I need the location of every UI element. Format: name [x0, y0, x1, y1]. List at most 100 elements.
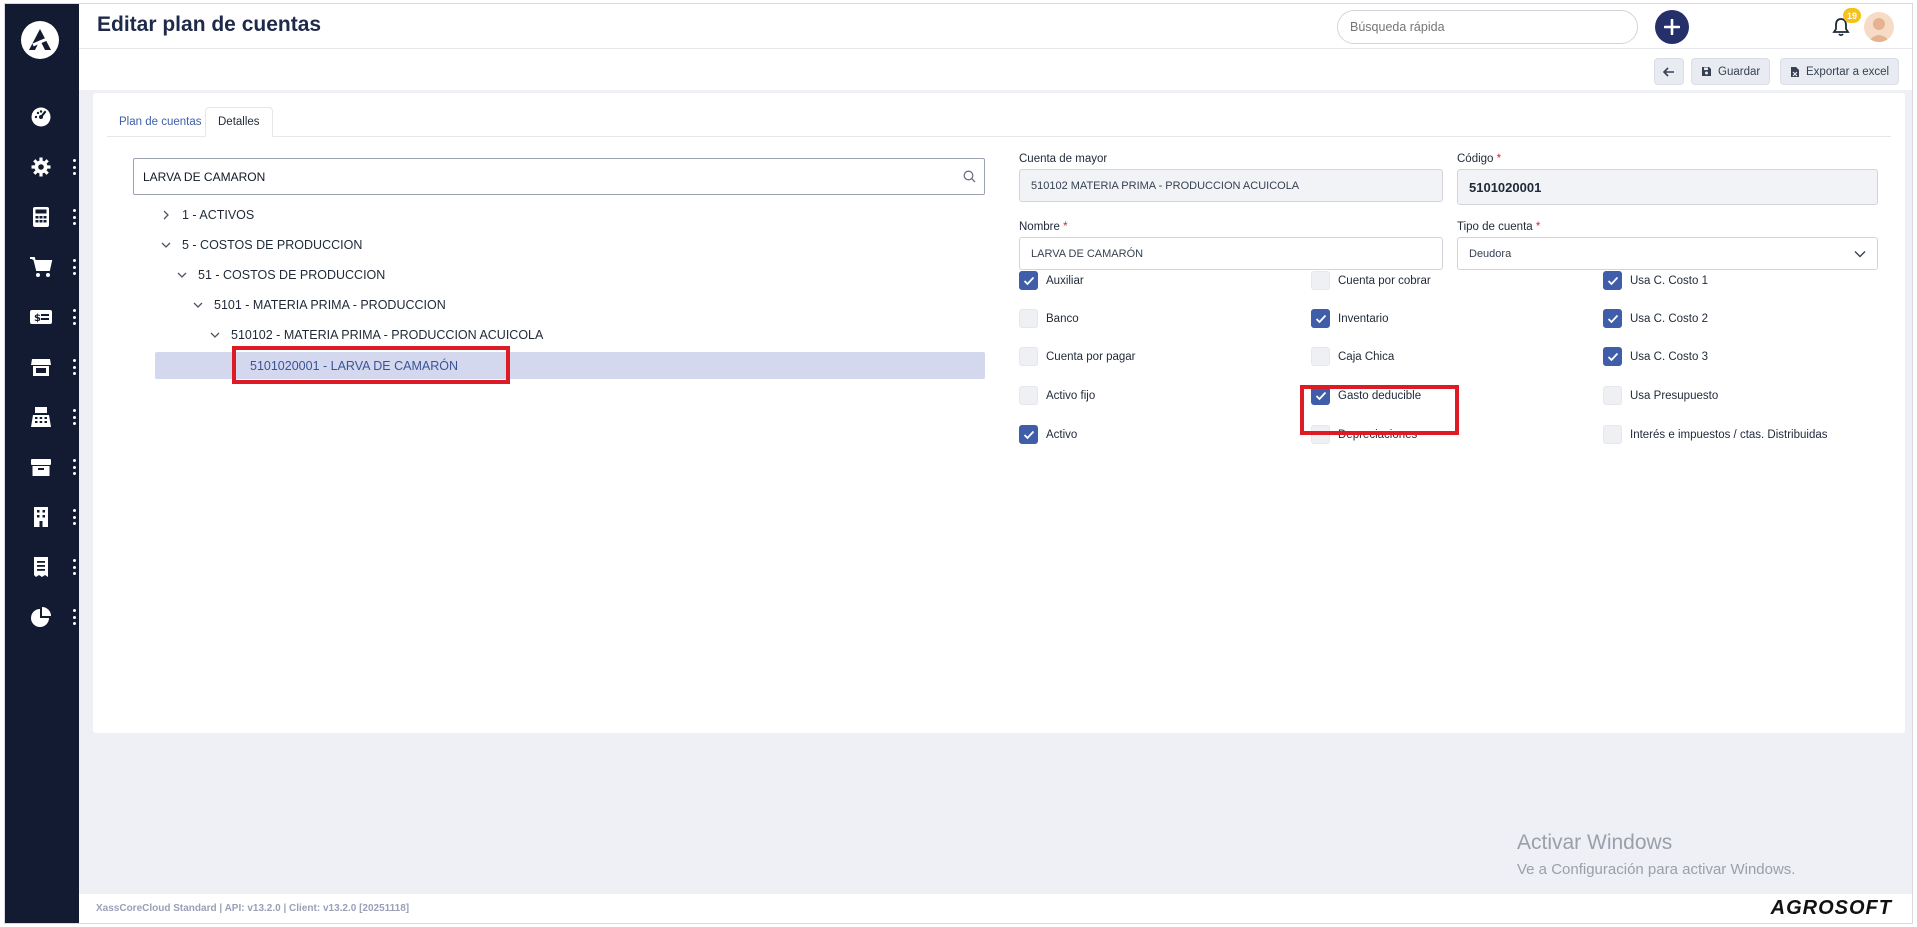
- export-excel-button[interactable]: Exportar a excel: [1780, 58, 1900, 85]
- option-checkbox[interactable]: Auxiliar: [1019, 271, 1084, 290]
- option-checkbox[interactable]: Usa C. Costo 2: [1603, 309, 1708, 328]
- tipo-cuenta-select[interactable]: Deudora: [1457, 237, 1878, 270]
- option-checkbox[interactable]: Interés e impuestos / ctas. Distribuidas: [1603, 425, 1828, 444]
- tab-plan-de-cuentas[interactable]: Plan de cuentas: [107, 107, 213, 137]
- required-mark: *: [1535, 221, 1541, 233]
- tab-detalles[interactable]: Detalles: [205, 107, 273, 137]
- quick-search-input[interactable]: [1337, 10, 1638, 44]
- option-checkbox[interactable]: Activo fijo: [1019, 386, 1095, 405]
- option-checkbox[interactable]: Caja Chica: [1311, 347, 1394, 366]
- checkbox-label: Cuenta por pagar: [1046, 350, 1136, 363]
- option-checkbox[interactable]: Usa C. Costo 1: [1603, 271, 1708, 290]
- sidebar-item-inventory[interactable]: [5, 447, 79, 487]
- tree-node[interactable]: 5101 - MATERIA PRIMA - PRODUCCION: [191, 293, 446, 317]
- sidebar-more-icon[interactable]: [72, 409, 76, 425]
- checkbox-checked-icon[interactable]: [1019, 425, 1038, 444]
- highlight-box: [1300, 385, 1459, 435]
- save-button[interactable]: Guardar: [1691, 58, 1771, 85]
- tree-node-label: 5 - COSTOS DE PRODUCCION: [182, 238, 363, 252]
- checkbox-unchecked-icon[interactable]: [1603, 386, 1622, 405]
- nombre-field[interactable]: LARVA DE CAMARÓN: [1019, 237, 1443, 270]
- tree-search-input[interactable]: [143, 169, 943, 184]
- option-checkbox[interactable]: Cuenta por cobrar: [1311, 271, 1431, 290]
- nombre-label: Nombre *: [1019, 221, 1068, 233]
- checkbox-checked-icon[interactable]: [1311, 309, 1330, 328]
- chevron-down-icon[interactable]: [191, 298, 205, 312]
- tree-node[interactable]: 51 - COSTOS DE PRODUCCION: [175, 263, 385, 287]
- checkbox-label: Usa C. Costo 1: [1630, 274, 1708, 287]
- sidebar-item-documents[interactable]: [5, 547, 79, 587]
- codigo-label-text: Código: [1457, 153, 1494, 165]
- chevron-down-icon[interactable]: [159, 238, 173, 252]
- tree-node-label: 51 - COSTOS DE PRODUCCION: [198, 268, 386, 282]
- receipt-icon: [29, 555, 53, 579]
- money-icon: $: [29, 305, 53, 329]
- sidebar-more-icon[interactable]: [72, 459, 76, 475]
- search-icon[interactable]: [963, 170, 976, 188]
- checkbox-checked-icon[interactable]: [1603, 309, 1622, 328]
- avatar[interactable]: [1864, 12, 1894, 42]
- checkbox-unchecked-icon[interactable]: [1311, 347, 1330, 366]
- gear-icon: [29, 155, 53, 179]
- windows-activation-watermark: Activar Windows Ve a Configuración para …: [1517, 831, 1795, 878]
- codigo-field[interactable]: 5101020001: [1457, 169, 1878, 205]
- app-logo[interactable]: [21, 21, 59, 59]
- option-checkbox[interactable]: Inventario: [1311, 309, 1389, 328]
- sidebar-item-store[interactable]: [5, 347, 79, 387]
- checkbox-unchecked-icon[interactable]: [1019, 309, 1038, 328]
- checkbox-unchecked-icon[interactable]: [1019, 386, 1038, 405]
- option-checkbox[interactable]: Activo: [1019, 425, 1077, 444]
- required-mark: *: [1063, 221, 1068, 233]
- checkbox-label: Usa C. Costo 3: [1630, 350, 1708, 363]
- option-checkbox[interactable]: Usa C. Costo 3: [1603, 347, 1708, 366]
- chevron-right-icon[interactable]: [159, 208, 173, 222]
- checkbox-unchecked-icon[interactable]: [1019, 347, 1038, 366]
- tab-bar: Plan de cuentas Detalles: [107, 107, 1891, 137]
- add-button[interactable]: [1655, 10, 1689, 44]
- cash-register-icon: [29, 405, 53, 429]
- back-button[interactable]: [1654, 58, 1684, 85]
- save-icon: [1702, 67, 1711, 76]
- sidebar-item-pos[interactable]: [5, 397, 79, 437]
- tree-node[interactable]: 510102 - MATERIA PRIMA - PRODUCCION ACUI…: [208, 323, 543, 347]
- nombre-label-text: Nombre: [1019, 221, 1060, 233]
- sidebar-item-settings[interactable]: [5, 147, 79, 187]
- option-checkbox[interactable]: Banco: [1019, 309, 1079, 328]
- chevron-down-icon: [1854, 250, 1866, 257]
- checkbox-label: Inventario: [1338, 312, 1389, 325]
- arrow-left-icon: [1663, 66, 1674, 77]
- sidebar-item-reports[interactable]: [5, 597, 79, 637]
- checkbox-label: Banco: [1046, 312, 1079, 325]
- sidebar-more-icon[interactable]: [72, 559, 76, 575]
- sidebar-more-icon[interactable]: [72, 159, 76, 175]
- sidebar-item-accounting[interactable]: [5, 197, 79, 237]
- checkbox-unchecked-icon[interactable]: [1311, 271, 1330, 290]
- option-checkbox[interactable]: Cuenta por pagar: [1019, 347, 1136, 366]
- sidebar-more-icon[interactable]: [72, 359, 76, 375]
- sidebar-more-icon[interactable]: [72, 259, 76, 275]
- sidebar-item-purchases[interactable]: [5, 247, 79, 287]
- sidebar-item-sales[interactable]: $: [5, 297, 79, 337]
- sidebar-more-icon[interactable]: [72, 509, 76, 525]
- sidebar-more-icon[interactable]: [72, 309, 76, 325]
- version-text: XassCoreCloud Standard | API: v13.2.0 | …: [96, 903, 410, 914]
- sidebar-more-icon[interactable]: [72, 609, 76, 625]
- sidebar-item-company[interactable]: [5, 497, 79, 537]
- cart-icon: [29, 255, 53, 279]
- checkbox-checked-icon[interactable]: [1019, 271, 1038, 290]
- chevron-down-icon[interactable]: [208, 328, 222, 342]
- tree-node[interactable]: 1 - ACTIVOS: [159, 203, 254, 227]
- brand-logo: AGROSOFT: [1770, 897, 1892, 919]
- checkbox-checked-icon[interactable]: [1603, 271, 1622, 290]
- notification-badge: 19: [1843, 8, 1861, 23]
- option-checkbox[interactable]: Usa Presupuesto: [1603, 386, 1718, 405]
- chevron-down-icon[interactable]: [175, 268, 189, 282]
- checkbox-unchecked-icon[interactable]: [1603, 425, 1622, 444]
- checkbox-label: Interés e impuestos / ctas. Distribuidas: [1630, 428, 1828, 441]
- checkbox-checked-icon[interactable]: [1603, 347, 1622, 366]
- sidebar-more-icon[interactable]: [72, 209, 76, 225]
- required-mark: *: [1496, 153, 1502, 165]
- building-icon: [29, 505, 53, 529]
- tree-node[interactable]: 5 - COSTOS DE PRODUCCION: [159, 233, 362, 257]
- sidebar-item-dashboard[interactable]: [5, 97, 79, 137]
